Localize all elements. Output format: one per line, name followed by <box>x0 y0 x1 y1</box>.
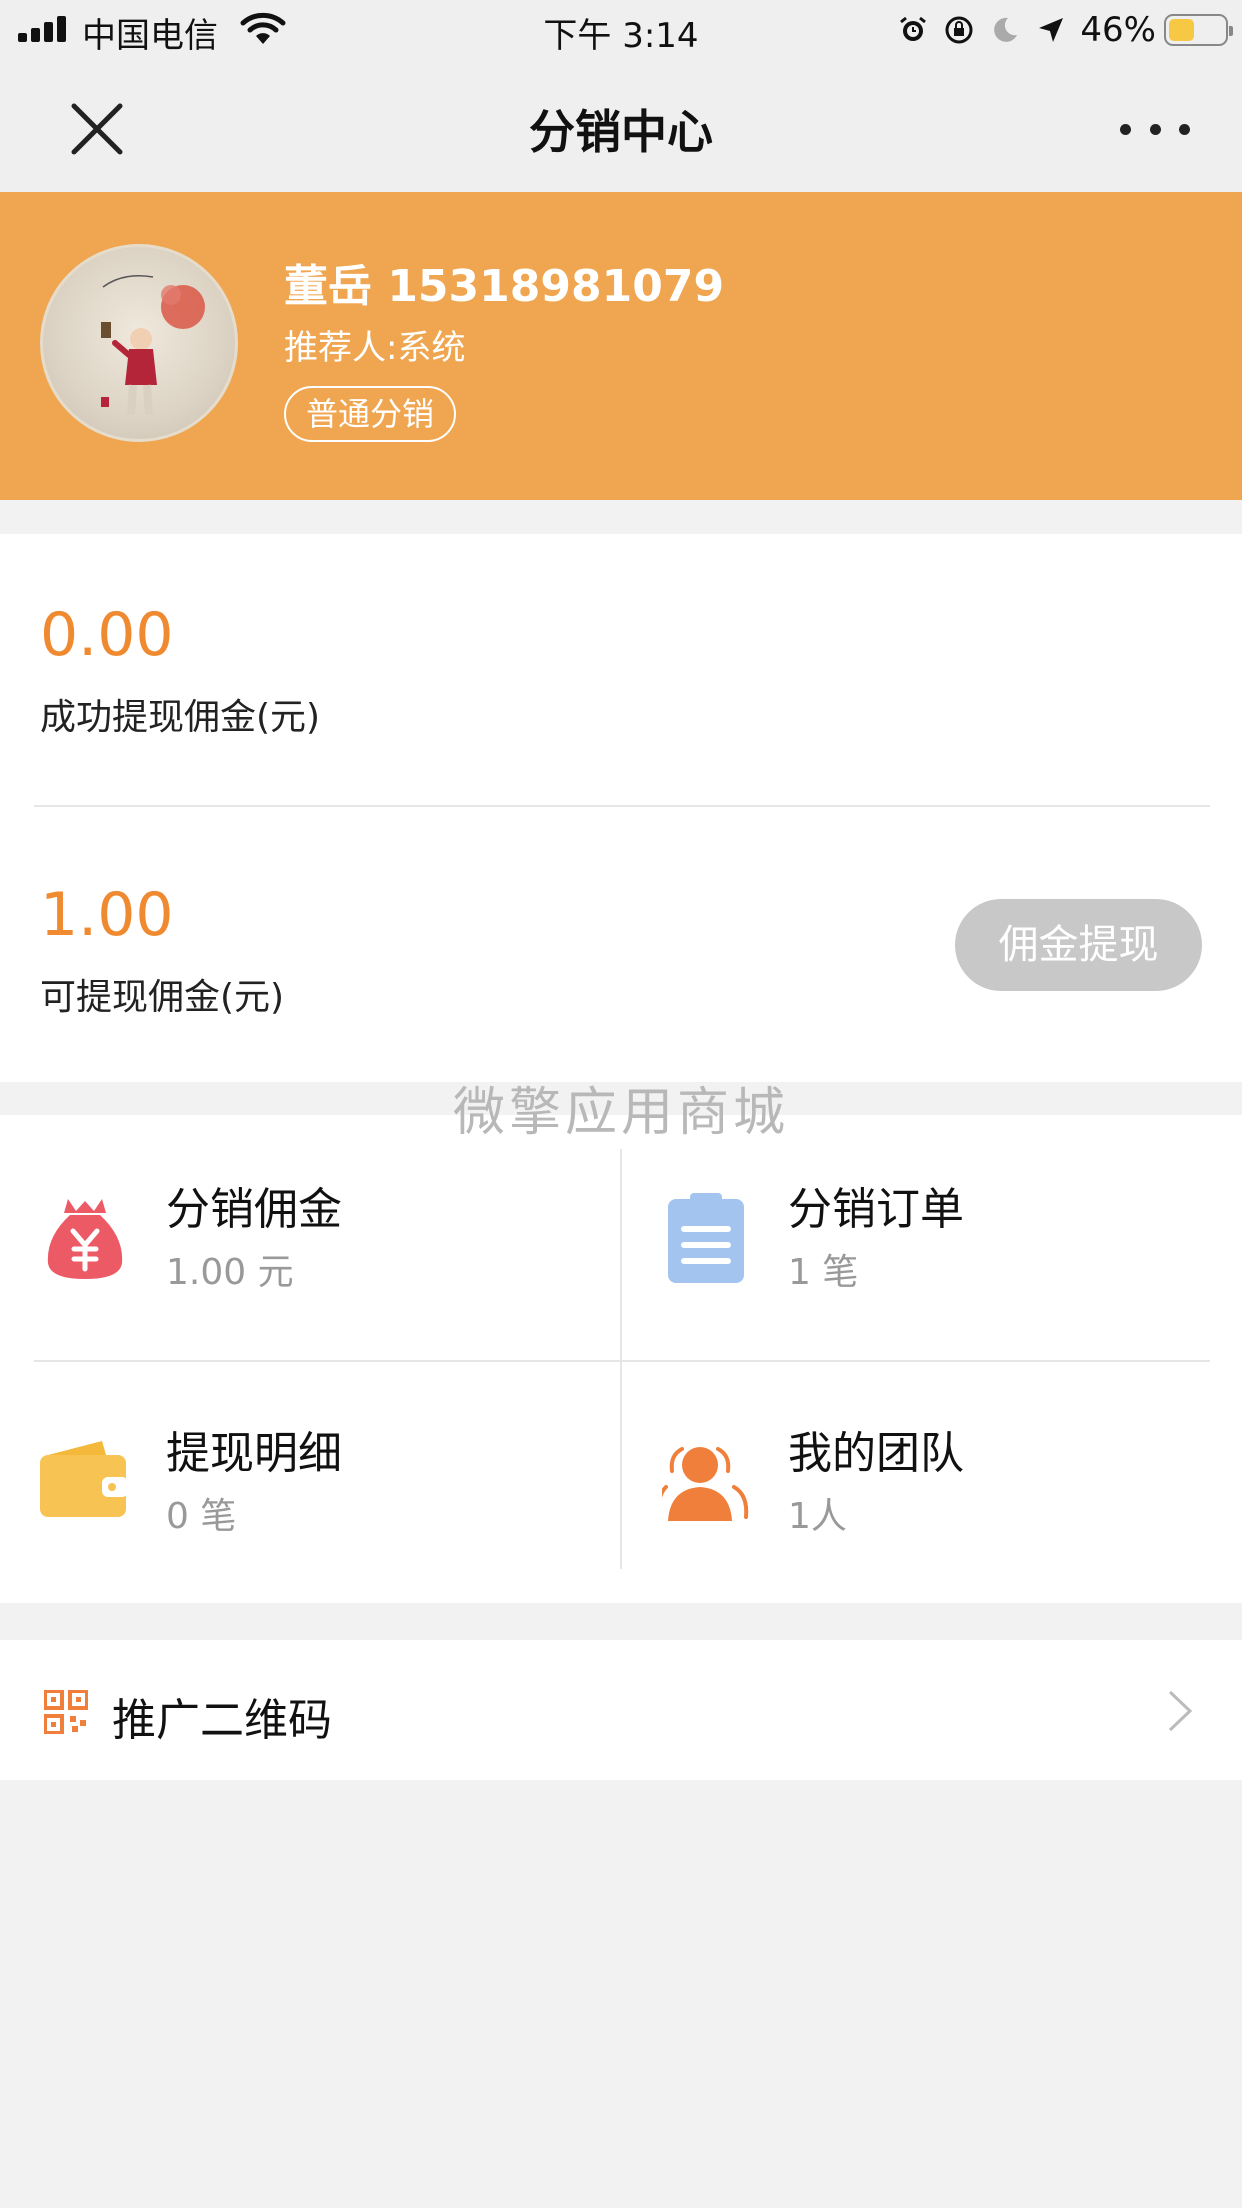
grid-item-orders[interactable]: 分销订单 1 笔 <box>662 1153 1242 1353</box>
user-name: 董岳 15318981079 <box>284 261 725 312</box>
grid-value: 1人 <box>788 1496 847 1537</box>
grid-title: 分销佣金 <box>166 1184 342 1235</box>
money-bag-icon <box>40 1193 130 1283</box>
divider <box>34 805 1210 807</box>
stats-grid: 分销佣金 1.00 元 分销订单 1 笔 提现明细 0 笔 我的团队 1人 <box>0 1115 1242 1603</box>
status-bar: 中国电信 下午 3:14 46% <box>0 0 1242 58</box>
chevron-right-icon <box>1166 1688 1196 1734</box>
location-icon <box>1034 13 1068 47</box>
more-icon[interactable] <box>1120 114 1190 144</box>
commission-card: 0.00 成功提现佣金(元) 1.00 可提现佣金(元) 佣金提现 <box>0 534 1242 1082</box>
grid-value: 1.00 元 <box>166 1252 294 1293</box>
level-badge: 普通分销 <box>284 386 457 442</box>
referrer-label: 推荐人:系统 <box>284 328 466 368</box>
grid-item-team[interactable]: 我的团队 1人 <box>656 1397 1242 1597</box>
clipboard-icon <box>662 1193 752 1283</box>
grid-value: 1 笔 <box>788 1252 859 1293</box>
grid-value: 0 笔 <box>166 1496 237 1537</box>
available-label: 可提现佣金(元) <box>40 977 285 1018</box>
grid-title: 分销订单 <box>788 1184 964 1235</box>
alarm-icon <box>896 13 930 47</box>
grid-title: 我的团队 <box>788 1428 964 1479</box>
available-amount: 1.00 <box>40 880 174 950</box>
divider <box>34 1360 1210 1362</box>
qr-code-icon <box>43 1689 89 1735</box>
nav-bar: 分销中心 <box>0 58 1242 192</box>
divider <box>620 1149 622 1569</box>
withdrawn-label: 成功提现佣金(元) <box>40 697 321 738</box>
team-icon <box>656 1437 752 1527</box>
promo-qr-row[interactable]: 推广二维码 <box>0 1640 1242 1780</box>
orientation-lock-icon <box>942 13 976 47</box>
battery-icon <box>1164 14 1233 46</box>
grid-item-withdrawals[interactable]: 提现明细 0 笔 <box>40 1397 620 1597</box>
grid-title: 提现明细 <box>166 1428 342 1479</box>
withdrawn-amount: 0.00 <box>40 600 174 670</box>
grid-item-commission[interactable]: 分销佣金 1.00 元 <box>40 1153 620 1353</box>
moon-icon <box>988 13 1022 47</box>
watermark: 微擎应用商城 <box>452 1083 789 1143</box>
page-title: 分销中心 <box>529 105 713 159</box>
promo-label: 推广二维码 <box>112 1695 332 1746</box>
profile-banner: 董岳 15318981079 推荐人:系统 普通分销 <box>0 192 1242 500</box>
withdraw-button[interactable]: 佣金提现 <box>955 899 1202 991</box>
wallet-icon <box>40 1437 130 1527</box>
battery-percent: 46% <box>1080 10 1156 50</box>
avatar[interactable] <box>40 244 238 442</box>
